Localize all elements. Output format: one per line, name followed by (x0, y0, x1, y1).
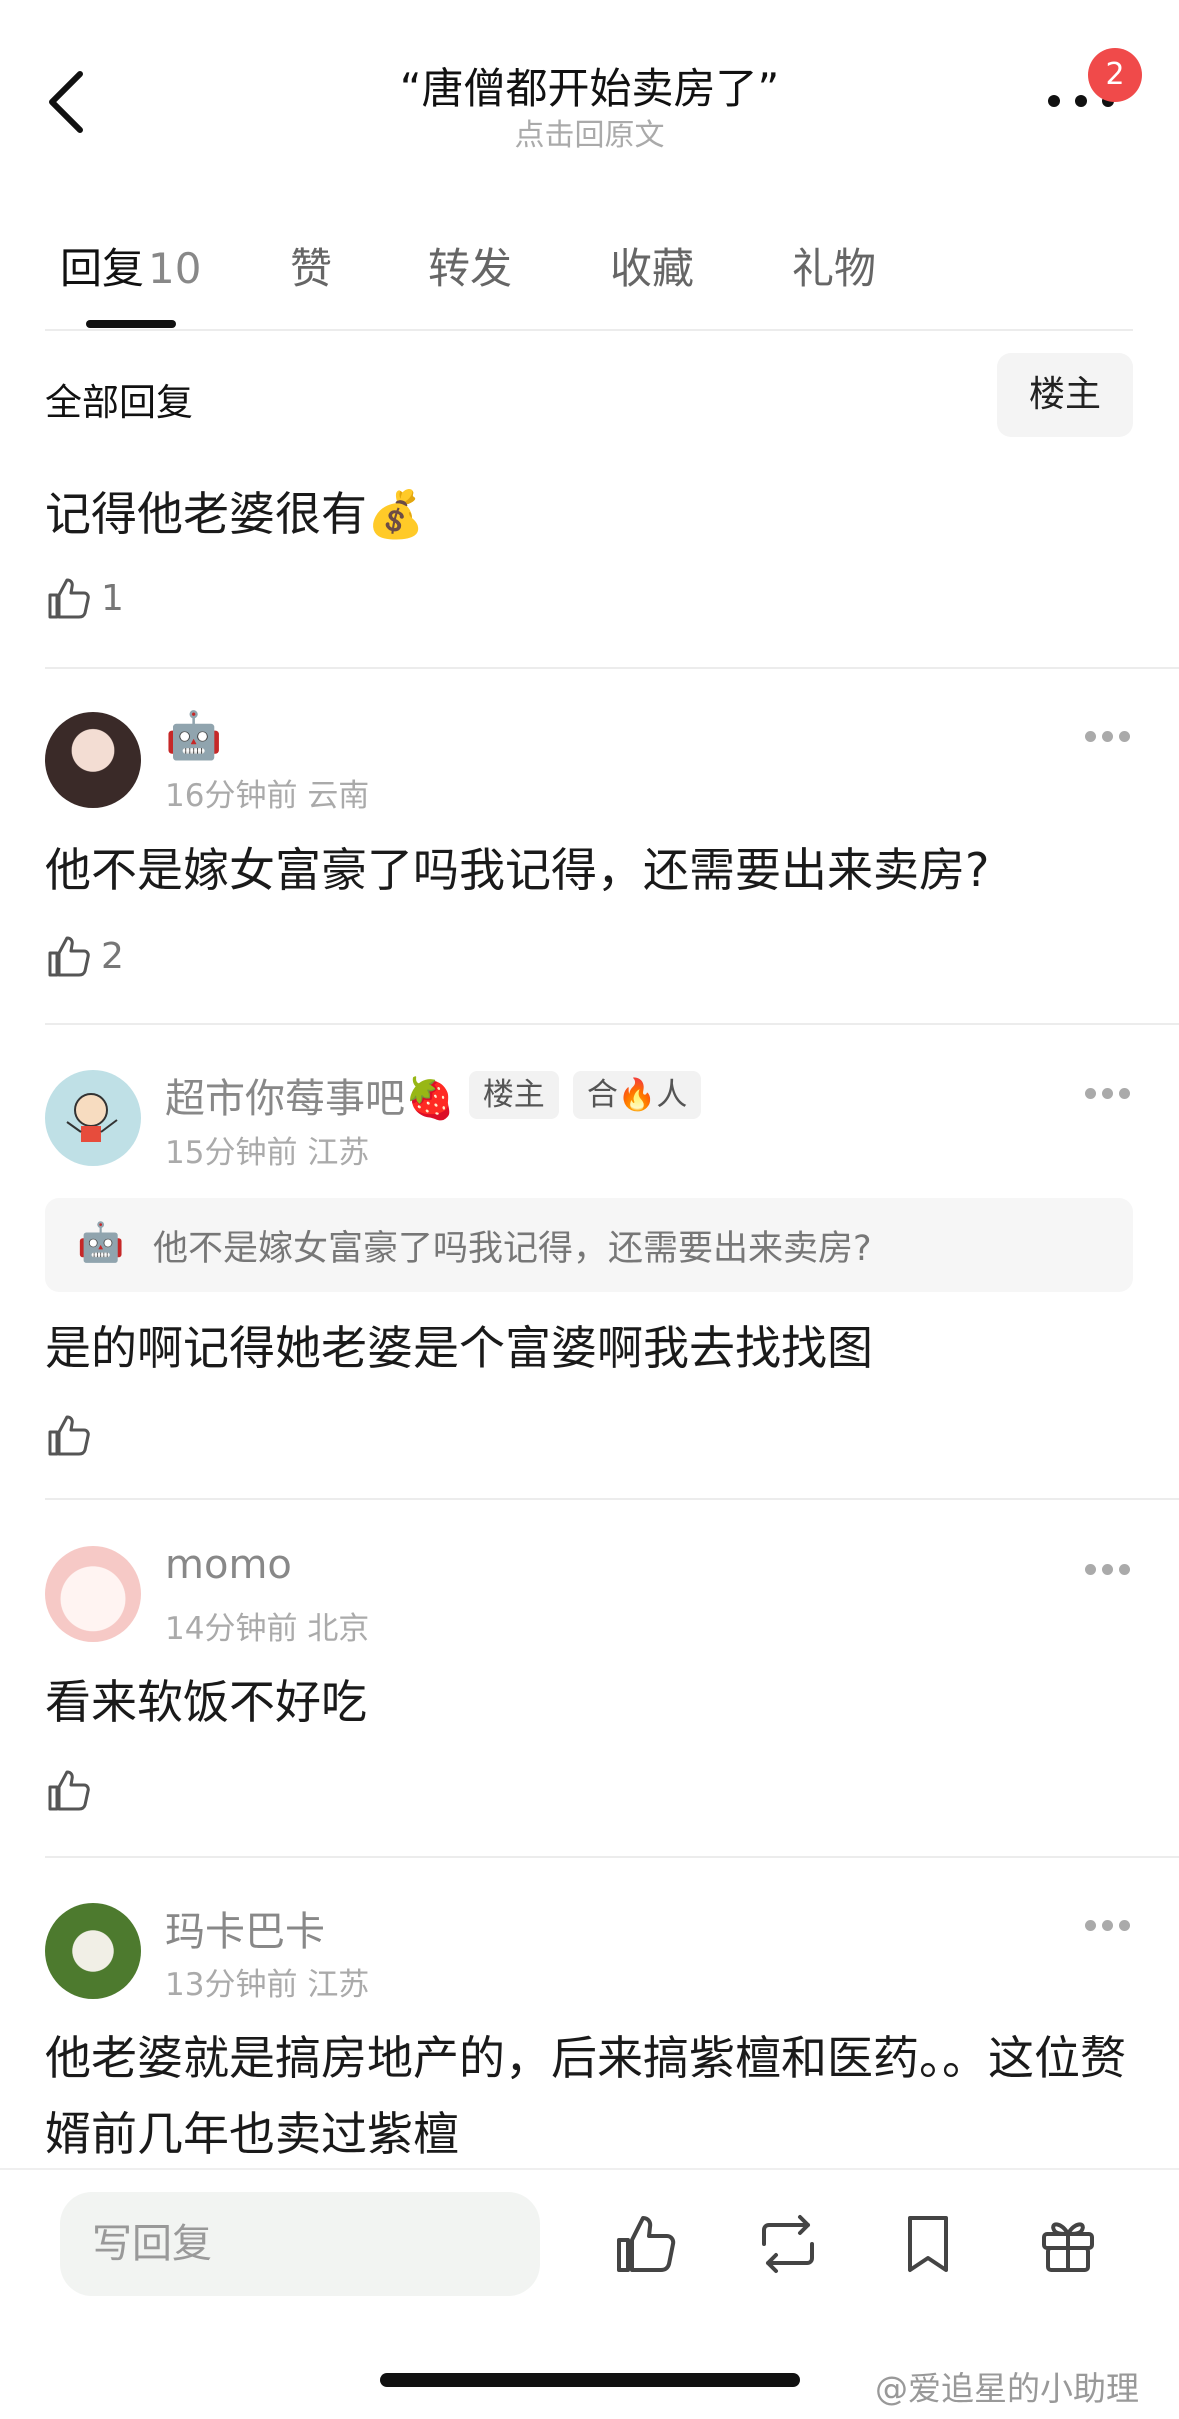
comment-meta: 13分钟前 江苏 (165, 1959, 369, 2004)
comment-more-button[interactable] (1085, 1088, 1131, 1102)
username[interactable]: 🤖 (165, 708, 222, 763)
cartoon-avatar-icon (66, 1093, 118, 1142)
comment-text: 看来软饭不好吃 (45, 1675, 367, 1729)
location: 江苏 (307, 1135, 370, 1171)
dot (1085, 1564, 1096, 1575)
thumbs-up-icon (48, 1770, 90, 1811)
thumbs-up-icon (48, 1415, 90, 1456)
dot (1085, 1088, 1096, 1099)
divider (45, 329, 1133, 331)
notification-badge: 2 (1088, 48, 1142, 102)
gift-icon[interactable] (1032, 2208, 1104, 2280)
comment-meta: 15分钟前 江苏 (165, 1127, 369, 1172)
owner-tag: 楼主 (468, 1071, 559, 1119)
comment-more-button[interactable] (1085, 1920, 1131, 1934)
like-count: 1 (101, 577, 124, 619)
reply-input[interactable]: 写回复 (60, 2192, 540, 2296)
robot-icon: 🤖 (77, 1220, 125, 1264)
timestamp: 16分钟前 (165, 778, 298, 814)
tab-label: 回复 (60, 244, 145, 293)
comment-text: 他不是嫁女富豪了吗我记得，还需要出来卖房? (45, 843, 990, 897)
like-button[interactable]: 2 (45, 926, 124, 986)
dot (1102, 1088, 1113, 1099)
tab-replies[interactable]: 回复10 (60, 235, 201, 296)
divider (45, 1498, 1179, 1500)
dot (1085, 731, 1096, 742)
divider (45, 1856, 1179, 1858)
comment-meta: 14分钟前 北京 (165, 1603, 369, 1648)
page-title[interactable]: “唐僧都开始卖房了” (0, 55, 1179, 116)
divider (45, 1023, 1179, 1025)
all-replies-label: 全部回复 (45, 381, 193, 424)
dot (1119, 1564, 1130, 1575)
tab-gifts[interactable]: 礼物 (792, 235, 876, 296)
username[interactable]: 玛卡巴卡 (165, 1899, 325, 1957)
repost-icon[interactable] (752, 2208, 824, 2280)
collab-tag: 合🔥人 (572, 1071, 702, 1119)
like-button[interactable] (45, 1405, 101, 1465)
home-indicator[interactable] (380, 2373, 800, 2387)
dot (1085, 1920, 1096, 1931)
dot (1119, 1920, 1130, 1931)
bottom-action-bar: 写回复 @爱追星的小助理 (0, 2168, 1179, 2419)
tab-reposts[interactable]: 转发 (428, 235, 512, 296)
comment-text: 是的啊记得她老婆是个富婆啊我去找找图 (45, 1321, 873, 1375)
dot (1102, 1920, 1113, 1931)
username[interactable]: 超市你莓事吧🍓 (165, 1066, 455, 1124)
quoted-reply[interactable]: 🤖 他不是嫁女富豪了吗我记得，还需要出来卖房? (45, 1198, 1133, 1292)
location: 云南 (307, 778, 370, 814)
comment-text: 记得他老婆很有💰 (45, 487, 425, 541)
username-row: 超市你莓事吧🍓 楼主 合🔥人 (165, 1066, 702, 1124)
avatar[interactable] (45, 1903, 141, 1999)
quoted-text: 他不是嫁女富豪了吗我记得，还需要出来卖房? (153, 1229, 872, 1269)
dot (1119, 731, 1130, 742)
top-bar: “唐僧都开始卖房了” 点击回原文 2 (0, 0, 1179, 190)
location: 北京 (307, 1611, 370, 1647)
location: 江苏 (307, 1967, 370, 2003)
avatar[interactable] (45, 1546, 141, 1642)
comment-text: 他老婆就是搞房地产的，后来搞紫檀和医药。。这位赘婿前几年也卖过紫檀 (45, 2031, 1126, 2161)
dot (1102, 1564, 1113, 1575)
divider (45, 667, 1179, 669)
tab-favorites[interactable]: 收藏 (610, 235, 694, 296)
watermark: @爱追星的小助理 (875, 2369, 1139, 2408)
comment-meta: 16分钟前 云南 (165, 770, 369, 815)
avatar[interactable] (45, 1070, 141, 1166)
like-count: 2 (101, 935, 124, 977)
dot (1075, 95, 1087, 107)
like-button[interactable] (45, 1760, 101, 1820)
active-tab-indicator (86, 320, 176, 328)
avatar[interactable] (45, 712, 141, 808)
filter-row: 全部回复 楼主 (45, 350, 1133, 440)
comment-more-button[interactable] (1085, 1564, 1131, 1578)
like-icon[interactable] (610, 2208, 682, 2280)
thumbs-up-icon (48, 578, 90, 619)
tab-bar: 回复10 赞 转发 收藏 礼物 (0, 225, 1179, 335)
bookmark-icon[interactable] (892, 2208, 964, 2280)
timestamp: 13分钟前 (165, 1967, 298, 2003)
timestamp: 15分钟前 (165, 1135, 298, 1171)
thumbs-up-icon (48, 936, 90, 977)
back-to-original-link[interactable]: 点击回原文 (0, 110, 1179, 154)
owner-filter-button[interactable]: 楼主 (997, 353, 1133, 437)
like-button[interactable]: 1 (45, 568, 124, 628)
comment-more-button[interactable] (1085, 731, 1131, 745)
tab-count: 10 (148, 244, 202, 293)
dot (1048, 95, 1060, 107)
tab-likes[interactable]: 赞 (290, 235, 332, 296)
username[interactable]: momo (165, 1542, 292, 1588)
dot (1102, 731, 1113, 742)
timestamp: 14分钟前 (165, 1611, 298, 1647)
dot (1119, 1088, 1130, 1099)
